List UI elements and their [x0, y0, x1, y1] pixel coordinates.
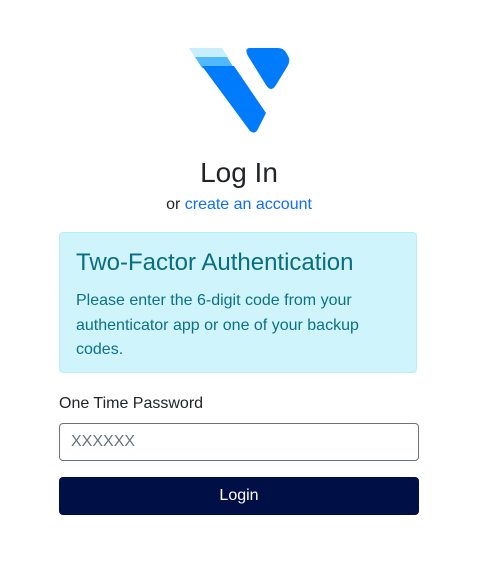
login-page: Log In or create an account Two-Factor A…: [0, 0, 478, 564]
or-text: or: [166, 196, 185, 213]
otp-label: One Time Password: [59, 395, 204, 412]
page-title: Log In: [200, 157, 278, 188]
otp-input[interactable]: [59, 423, 419, 461]
login-button[interactable]: Login: [59, 477, 419, 515]
logo-stroke-main: [202, 66, 266, 133]
vultr-logo-icon: [189, 48, 290, 133]
logo-diamond: [246, 48, 290, 89]
alert-body: Please enter the 6-digit code from your …: [76, 292, 359, 358]
create-account-line: or create an account: [0, 195, 478, 215]
two-factor-alert: Two-Factor Authentication Please enter t…: [59, 232, 417, 373]
create-account-link[interactable]: create an account: [185, 196, 312, 213]
alert-heading: Two-Factor Authentication: [76, 249, 354, 276]
